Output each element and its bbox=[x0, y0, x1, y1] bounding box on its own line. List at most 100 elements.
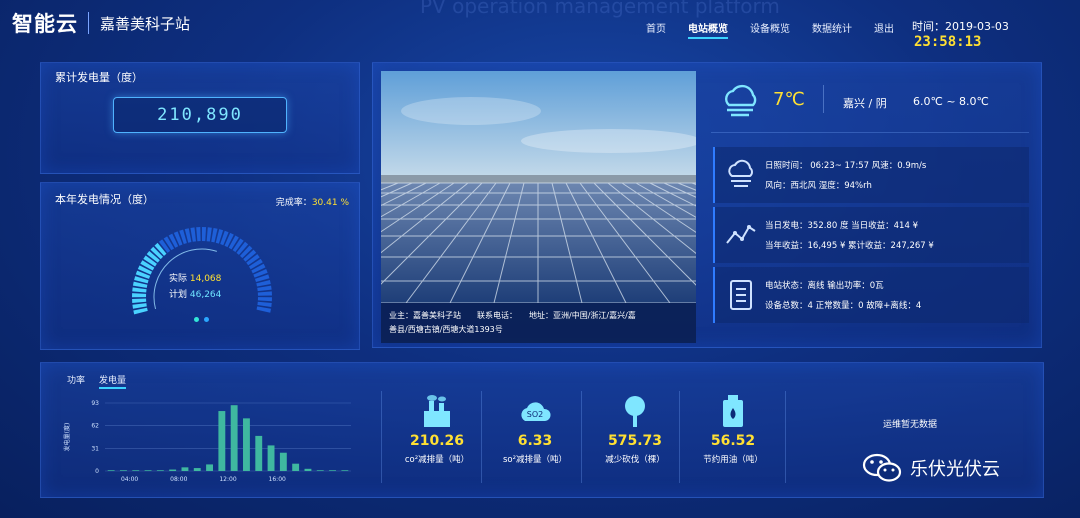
chart-bar bbox=[193, 468, 201, 471]
yearly-title: 本年发电情况（度） bbox=[55, 193, 154, 206]
main-nav: 首页 电站概览 设备概览 数据统计 退出 bbox=[646, 20, 916, 39]
so2-label: so²减排量（吨） bbox=[502, 455, 568, 465]
gauge-segment-filled bbox=[132, 303, 147, 309]
current-temperature: 7℃ bbox=[773, 89, 805, 110]
station-status: 电站状态：离线 输出功率：0瓦 bbox=[765, 281, 884, 291]
metric-co2: 210.26 co²减排量（吨） bbox=[389, 393, 485, 465]
actual-label: 实际 bbox=[169, 274, 188, 284]
chart-bar bbox=[304, 468, 312, 471]
gauge-segment-filled bbox=[132, 298, 147, 303]
chart-bar bbox=[255, 435, 263, 471]
chart-y-label: 发电量(度) bbox=[63, 423, 71, 452]
date-label: 时间：2019-03-03 bbox=[912, 20, 1009, 33]
co2-value: 210.26 bbox=[409, 433, 465, 449]
info-row-status: 电站状态：离线 输出功率：0瓦 设备总数：4 正常数量：0 故障+离线：4 bbox=[713, 267, 1029, 323]
clock: 时间：2019-03-03 23:58:13 bbox=[912, 18, 1080, 50]
completion-label: 完成率： bbox=[275, 198, 312, 208]
completion-value: 30.41 % bbox=[311, 198, 349, 208]
nav-home[interactable]: 首页 bbox=[646, 20, 666, 39]
carousel-dot-2[interactable] bbox=[204, 317, 209, 322]
plan-value: 46,264 bbox=[189, 290, 222, 300]
nav-statistics[interactable]: 数据统计 bbox=[812, 20, 852, 39]
carousel-dot-1[interactable] bbox=[194, 317, 199, 322]
chart-bar bbox=[316, 470, 324, 471]
tab-power[interactable]: 功率 bbox=[67, 373, 85, 389]
address-line-2: 善县/西塘古镇/西塘大道1393号 bbox=[389, 325, 503, 334]
address-line-1: 业主：嘉善美科子站 联系电话： 地址：亚洲/中国/浙江/嘉兴/嘉 bbox=[389, 311, 636, 320]
weather-divider bbox=[823, 85, 824, 113]
cloud-icon bbox=[725, 84, 757, 117]
yearly-panel: 本年发电情况（度） 完成率：30.41 % 实际 14,068 计划 46,26… bbox=[40, 182, 360, 350]
chart-bar bbox=[218, 411, 226, 471]
gauge-actual: 实际 14,068 bbox=[169, 271, 221, 287]
chart-bar bbox=[267, 445, 275, 471]
chart-bar bbox=[230, 405, 238, 471]
gauge-segment-empty bbox=[257, 301, 272, 308]
chart-bar bbox=[329, 470, 336, 471]
gauge-segment-filled bbox=[132, 287, 147, 293]
tab-generation[interactable]: 发电量 bbox=[99, 373, 127, 389]
metric-so2: SO2 6.33 so²减排量（吨） bbox=[487, 393, 583, 465]
carousel-dots bbox=[194, 317, 209, 322]
chart-x-tick: 16:00 bbox=[269, 476, 286, 483]
gauge-segment-empty bbox=[196, 227, 201, 242]
station-info-panel: 业主：嘉善美科子站 联系电话： 地址：亚洲/中国/浙江/嘉兴/嘉 善县/西塘古镇… bbox=[372, 62, 1042, 348]
gauge-plan: 计划 46,264 bbox=[169, 287, 221, 303]
actual-value: 14,068 bbox=[189, 274, 222, 284]
annual-revenue: 当年收益：16,495 ¥ 累计收益：247,267 ¥ bbox=[765, 241, 934, 251]
metric-trees: 575.73 减少砍伐（棵） bbox=[587, 393, 683, 465]
so2-value: 6.33 bbox=[517, 433, 553, 449]
chart-bar bbox=[107, 470, 115, 471]
gauge-segment-empty bbox=[206, 227, 212, 242]
nav-device-overview[interactable]: 设备概览 bbox=[750, 20, 790, 39]
station-address: 业主：嘉善美科子站 联系电话： 地址：亚洲/中国/浙江/嘉兴/嘉 善县/西塘古镇… bbox=[381, 303, 696, 343]
so2-cloud-icon: SO2 bbox=[521, 402, 551, 421]
metric-divider bbox=[679, 391, 680, 483]
gauge-segment-filled bbox=[132, 293, 147, 298]
cumulative-value: 210,890 bbox=[157, 105, 243, 125]
chart-x-tick: 04:00 bbox=[121, 476, 138, 483]
gauge-legend: 实际 14,068 计划 46,264 bbox=[169, 271, 221, 303]
wechat-watermark: 乐伏光伏云 bbox=[862, 452, 1000, 484]
chart-bar bbox=[243, 418, 250, 471]
gauge-segment-filled bbox=[133, 307, 148, 315]
brand-logo: 智能云 bbox=[12, 12, 78, 36]
cumulative-counter: 210,890 bbox=[113, 97, 287, 133]
gauge-segment-empty bbox=[257, 285, 272, 292]
chart-x-tick: 08:00 bbox=[170, 476, 187, 483]
temperature-range: 6.0℃ ~ 8.0℃ bbox=[913, 95, 989, 108]
info-row-weather: 日照时间： 06:23~ 17:57 风速：0.9m/s 风向：西北风 湿度：9… bbox=[713, 147, 1029, 203]
metric-divider bbox=[785, 391, 786, 483]
gauge-segment-empty bbox=[256, 306, 272, 313]
so2-icon-text: SO2 bbox=[527, 410, 543, 419]
nav-station-overview[interactable]: 电站概览 bbox=[688, 20, 728, 39]
cumulative-panel: 累计发电量（度） 210,890 bbox=[40, 62, 360, 174]
document-icon bbox=[730, 280, 752, 310]
nav-logout[interactable]: 退出 bbox=[874, 20, 894, 39]
wechat-icon bbox=[862, 453, 902, 482]
chart-y-tick: 93 bbox=[91, 400, 99, 407]
co2-label: co²减排量（吨） bbox=[404, 455, 470, 465]
metric-divider bbox=[381, 391, 382, 483]
trees-label: 减少砍伐（棵） bbox=[605, 455, 665, 465]
cumulative-title: 累计发电量（度） bbox=[55, 71, 143, 84]
chart-bar bbox=[279, 452, 287, 471]
chart-bar bbox=[120, 470, 127, 471]
page-title: 嘉善美科子站 bbox=[100, 15, 191, 33]
cloud-icon bbox=[728, 159, 753, 187]
city-weather: 嘉兴 / 阴 bbox=[843, 97, 887, 110]
metric-divider bbox=[481, 391, 482, 483]
top-header: 智能云 嘉善美科子站 首页 电站概览 设备概览 数据统计 退出 时间：2019-… bbox=[0, 0, 1080, 52]
gauge-segment-empty bbox=[257, 291, 272, 296]
completion-rate: 完成率：30.41 % bbox=[276, 195, 349, 208]
gauge-segment-empty bbox=[190, 227, 196, 242]
trend-line-icon bbox=[726, 225, 756, 244]
sunshine-wind: 日照时间： 06:23~ 17:57 风速：0.9m/s bbox=[765, 161, 927, 171]
solar-panels-image bbox=[381, 71, 696, 303]
chart-y-tick: 0 bbox=[95, 468, 99, 475]
chart-bar bbox=[181, 467, 189, 471]
wind-humidity: 风向：西北风 湿度：94%rh bbox=[765, 181, 872, 191]
oil-label: 节约用油（吨） bbox=[703, 455, 763, 465]
chart-bar bbox=[132, 470, 140, 471]
chart-y-tick: 31 bbox=[91, 445, 99, 452]
